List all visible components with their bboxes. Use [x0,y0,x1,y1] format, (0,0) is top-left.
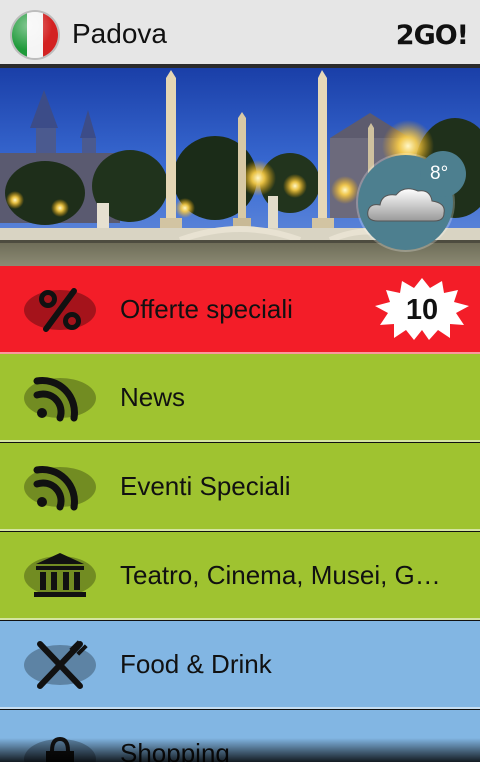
menu-item-news[interactable]: News [0,354,480,442]
menu-item-teatro-cinema-musei[interactable]: Teatro, Cinema, Musei, G… [0,532,480,620]
fork-knife-icon [24,640,96,689]
menu-item-label: Food & Drink [120,649,272,679]
cloud-icon [367,188,445,222]
italy-flag-icon [12,12,58,58]
app-screen: Padova 2GO! 8° Offerte speciali 10 News … [0,0,480,762]
menu-item-label: Shopping [120,738,230,762]
menu-item-label: News [120,382,186,412]
top-bar: Padova 2GO! [0,0,480,68]
menu-item-shopping[interactable]: Shopping [0,710,480,762]
menu-item-label: Offerte speciali [120,294,293,324]
brand-logo[interactable]: 2GO! [396,20,469,51]
menu-item-label: Teatro, Cinema, Musei, G… [120,560,441,590]
temperature-label: 8° [430,163,449,184]
rss-icon [24,377,96,422]
menu-item-label: Eventi Speciali [120,471,291,501]
menu-item-offerte-speciali[interactable]: Offerte speciali 10 [0,266,480,354]
shopping-bag-icon [24,736,96,762]
weather-widget[interactable]: 8° [358,151,466,250]
percent-icon [24,288,96,332]
rss-icon [24,466,96,511]
menu-item-eventi-speciali[interactable]: Eventi Speciali [0,443,480,531]
menu-item-food-drink[interactable]: Food & Drink [0,621,480,709]
museum-icon [24,553,96,597]
city-title: Padova [72,18,167,49]
offers-count-badge: 10 [374,278,470,340]
